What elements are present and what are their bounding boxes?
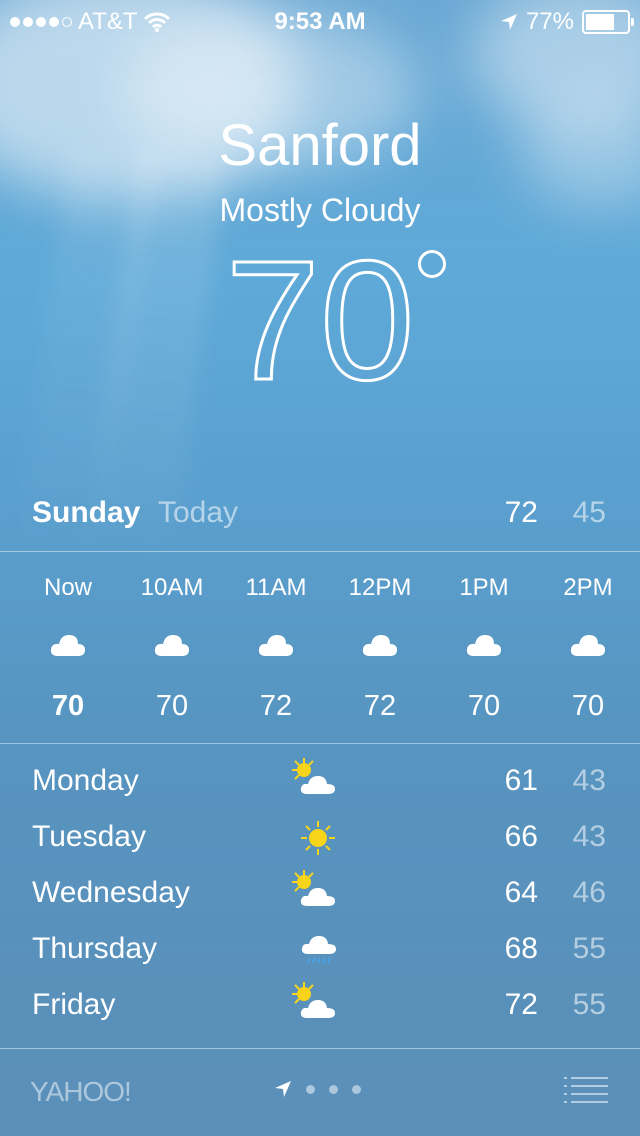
page-dot	[352, 1084, 361, 1094]
cloud-icon	[50, 635, 85, 656]
daily-row: Friday 72 55	[0, 980, 640, 1036]
page-indicator[interactable]	[274, 1080, 361, 1098]
cloud-icon	[362, 635, 397, 656]
hour-label: 1PM	[459, 574, 509, 601]
hour-temp: 72	[259, 690, 293, 722]
list-icon[interactable]	[564, 1076, 608, 1104]
today-low: 45	[572, 496, 606, 529]
city-name: Sanford	[218, 113, 422, 178]
cloud-icon	[466, 635, 501, 656]
hour-temp: 72	[363, 690, 397, 722]
hour-temp: 70	[51, 690, 85, 722]
daily-row: Tuesday 66 43	[0, 812, 640, 868]
today-label: Today	[158, 496, 239, 529]
yahoo-logo[interactable]: YAHOO!	[30, 1076, 132, 1108]
day-name: Thursday	[32, 932, 158, 965]
hour-label: 11AM	[245, 574, 307, 601]
cloud-icon	[570, 635, 605, 656]
day-low: 43	[572, 764, 606, 797]
today-day: Sunday	[32, 496, 141, 529]
today-high: 72	[504, 496, 538, 529]
day-high: 68	[504, 932, 538, 965]
location-arrow-icon	[275, 1081, 291, 1097]
hour-temp: 70	[155, 690, 189, 722]
hour-label: 12PM	[348, 574, 412, 601]
day-name: Tuesday	[32, 820, 146, 853]
day-low: 55	[572, 988, 606, 1021]
cloud-icon	[258, 635, 293, 656]
partly-cloudy-icon	[292, 982, 335, 1018]
daily-row: Monday 61 43	[0, 756, 640, 812]
divider	[0, 743, 640, 744]
day-low: 46	[572, 876, 606, 909]
weather-condition: Mostly Cloudy	[219, 192, 421, 228]
divider	[0, 1048, 640, 1049]
location-arrow-icon	[500, 14, 517, 30]
hour-label: Now	[43, 574, 92, 601]
sun-icon	[301, 821, 335, 855]
status-bar: AT&T 9:53 AM 77%	[0, 0, 640, 40]
degree-symbol	[418, 250, 446, 278]
hour-label: 2PM	[563, 574, 613, 601]
hour-label: 10AM	[140, 574, 204, 601]
day-low: 43	[572, 820, 606, 853]
day-high: 61	[504, 764, 538, 797]
battery-icon	[582, 10, 634, 34]
current-temperature: 70	[0, 225, 640, 418]
page-dot	[306, 1084, 315, 1094]
hour-temp: 70	[467, 690, 501, 722]
day-name: Monday	[32, 764, 139, 797]
cloud-icon	[154, 635, 189, 656]
partly-cloudy-icon	[292, 758, 335, 794]
today-summary: Sunday Today 72 45	[0, 496, 640, 540]
temperature-value: 70	[224, 225, 416, 418]
daily-row: Thursday 68 55	[0, 924, 640, 980]
rain-icon	[301, 936, 336, 964]
partly-cloudy-icon	[292, 870, 335, 906]
day-high: 64	[504, 876, 538, 909]
day-high: 66	[504, 820, 538, 853]
day-name: Friday	[32, 988, 116, 1021]
daily-row: Wednesday 64 46	[0, 868, 640, 924]
day-low: 55	[572, 932, 606, 965]
day-name: Wednesday	[32, 876, 190, 909]
hourly-forecast[interactable]: Now 70 10AM 70 11AM 72 12PM 72 1PM 70 2P…	[0, 560, 640, 740]
battery-percent: 77%	[525, 8, 574, 35]
page-dot	[329, 1084, 338, 1094]
day-high: 72	[504, 988, 538, 1021]
footer-bar: YAHOO!	[0, 1062, 640, 1122]
hour-temp: 70	[571, 690, 605, 722]
divider	[0, 551, 640, 552]
